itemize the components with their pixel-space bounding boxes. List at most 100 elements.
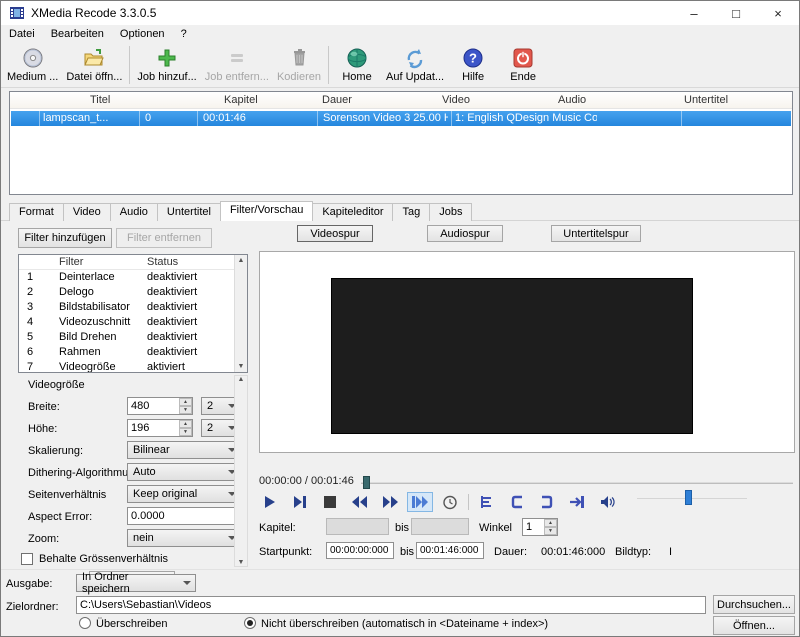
videosize-title: Videogröße [28,379,85,391]
tab-tag[interactable]: Tag [392,203,430,221]
filter-row[interactable]: 2Delogodeaktiviert [19,285,247,300]
browse-button[interactable]: Durchsuchen... [713,595,795,614]
disc-icon [22,47,44,69]
startpunkt-label: Startpunkt: [259,546,312,558]
bottom-separator [1,569,799,570]
close-button[interactable]: × [757,1,799,25]
bis-label-1: bis [395,522,409,534]
overwrite-radio-row: Überschreiben [79,617,168,630]
breite-field-wrap: ▲▼ [127,397,193,415]
no-overwrite-radio[interactable] [244,617,256,629]
exit-button[interactable]: Ende [498,43,548,87]
play-button[interactable] [257,492,283,512]
volume-slider[interactable] [637,498,747,499]
startpunkt-input[interactable] [326,542,394,559]
seek-slider[interactable] [361,482,793,484]
clock-button[interactable] [437,492,463,512]
power-icon [512,47,534,69]
set-start-marker-button[interactable] [474,492,500,512]
step-forward-button[interactable] [287,492,313,512]
breite-spinner[interactable]: ▲▼ [179,398,192,414]
seitenverhaeltnis-select[interactable]: Keep original [127,485,241,503]
help-button[interactable]: ? Hilfe [448,43,498,87]
seitenverhaeltnis-label: Seitenverhältnis [28,489,106,501]
job-list: Titel Kapitel Dauer Video Audio Untertit… [9,91,793,195]
seek-slider-handle[interactable] [363,476,370,489]
col-audio[interactable]: Audio [558,94,586,106]
tab-untertitel[interactable]: Untertitel [157,203,221,221]
tab-jobs[interactable]: Jobs [429,203,472,221]
untertitelspur-button[interactable]: Untertitelspur [551,225,641,242]
play-fast-button[interactable] [407,492,433,512]
volume-slider-handle[interactable] [685,490,692,505]
zoom-select[interactable]: nein [127,529,241,547]
audiospur-button[interactable]: Audiospur [427,225,503,242]
winkel-spinner[interactable]: ▲▼ [544,519,557,535]
endpunkt-input[interactable] [416,542,484,559]
col-kapitel[interactable]: Kapitel [224,94,258,106]
videospur-button[interactable]: Videospur [297,225,373,242]
filter-row[interactable]: 1Deinterlacedeaktiviert [19,270,247,285]
add-filter-button[interactable]: Filter hinzufügen [18,228,112,248]
remove-job-button: Job entfern... [201,43,273,87]
zielordner-input[interactable] [76,596,706,614]
col-dauer[interactable]: Dauer [322,94,352,106]
add-job-button[interactable]: Job hinzuf... [133,43,200,87]
ausgabe-select[interactable]: In Ordner speichern [76,574,196,592]
home-button[interactable]: Home [332,43,382,87]
end-bracket-button[interactable] [534,492,560,512]
cell-titel: lampscan_t... [43,112,128,124]
scroll-down-icon[interactable]: ▼ [238,559,245,566]
col-video[interactable]: Video [442,94,470,106]
tab-filter-vorschau[interactable]: Filter/Vorschau [220,201,313,221]
cell-kapitel: 0 [145,112,151,124]
scroll-up-icon[interactable]: ▲ [238,376,245,383]
kapitel-label: Kapitel: [259,522,296,534]
filter-row[interactable]: 7Videogrößeaktiviert [19,360,247,373]
skalierung-select[interactable]: Bilinear [127,441,241,459]
open-medium-button[interactable]: Medium ... [3,43,62,87]
tab-kapiteleditor[interactable]: Kapiteleditor [312,203,393,221]
menu-help[interactable]: ? [173,26,195,42]
cell-dauer: 00:01:46 [203,112,246,124]
open-folder-icon [83,47,105,69]
goto-end-button[interactable] [564,492,590,512]
job-row-selected[interactable]: lampscan_t... 0 00:01:46 Sorenson Video … [11,111,791,126]
maximize-button[interactable]: □ [715,1,757,25]
filter-row[interactable]: 5Bild Drehendeaktiviert [19,330,247,345]
open-file-button[interactable]: Datei öffn... [62,43,126,87]
kapitel-to-select [411,518,469,535]
filter-row[interactable]: 3Bildstabilisatordeaktiviert [19,300,247,315]
keep-ratio-checkbox[interactable] [21,553,33,565]
dithering-select[interactable]: Auto [127,463,241,481]
scroll-down-icon[interactable]: ▼ [238,361,245,372]
app-window: XMedia Recode 3.3.0.5 – □ × Datei Bearbe… [0,0,800,637]
audio-mute-button[interactable] [594,492,620,512]
filter-row[interactable]: 4Videozuschnittdeaktiviert [19,315,247,330]
tab-audio[interactable]: Audio [110,203,158,221]
tab-video[interactable]: Video [63,203,111,221]
menu-datei[interactable]: Datei [1,26,43,42]
col-untertitel[interactable]: Untertitel [684,94,728,106]
cell-audio: 1: English QDesign Music Codec 2.12... [455,112,597,124]
start-bracket-button[interactable] [504,492,530,512]
aspect-error-input[interactable] [127,507,241,525]
menu-optionen[interactable]: Optionen [112,26,173,42]
minimize-button[interactable]: – [673,1,715,25]
overwrite-radio[interactable] [79,617,91,629]
hoehe-spinner[interactable]: ▲▼ [179,420,192,436]
filter-row[interactable]: 6Rahmendeaktiviert [19,345,247,360]
update-button[interactable]: Auf Updat... [382,43,448,87]
toolbar-separator [129,46,130,84]
scroll-up-icon[interactable]: ▲ [238,255,245,266]
videosize-scrollbar[interactable]: ▲▼ [234,375,248,567]
col-titel[interactable]: Titel [90,94,110,106]
stop-button[interactable] [317,492,343,512]
rewind-button[interactable] [347,492,373,512]
open-target-button[interactable]: Öffnen... [713,616,795,635]
bildtyp-value: I [669,546,672,558]
menu-bearbeiten[interactable]: Bearbeiten [43,26,112,42]
tab-format[interactable]: Format [9,203,64,221]
fast-forward-button[interactable] [377,492,403,512]
filter-list-scrollbar[interactable]: ▲▼ [234,255,247,372]
